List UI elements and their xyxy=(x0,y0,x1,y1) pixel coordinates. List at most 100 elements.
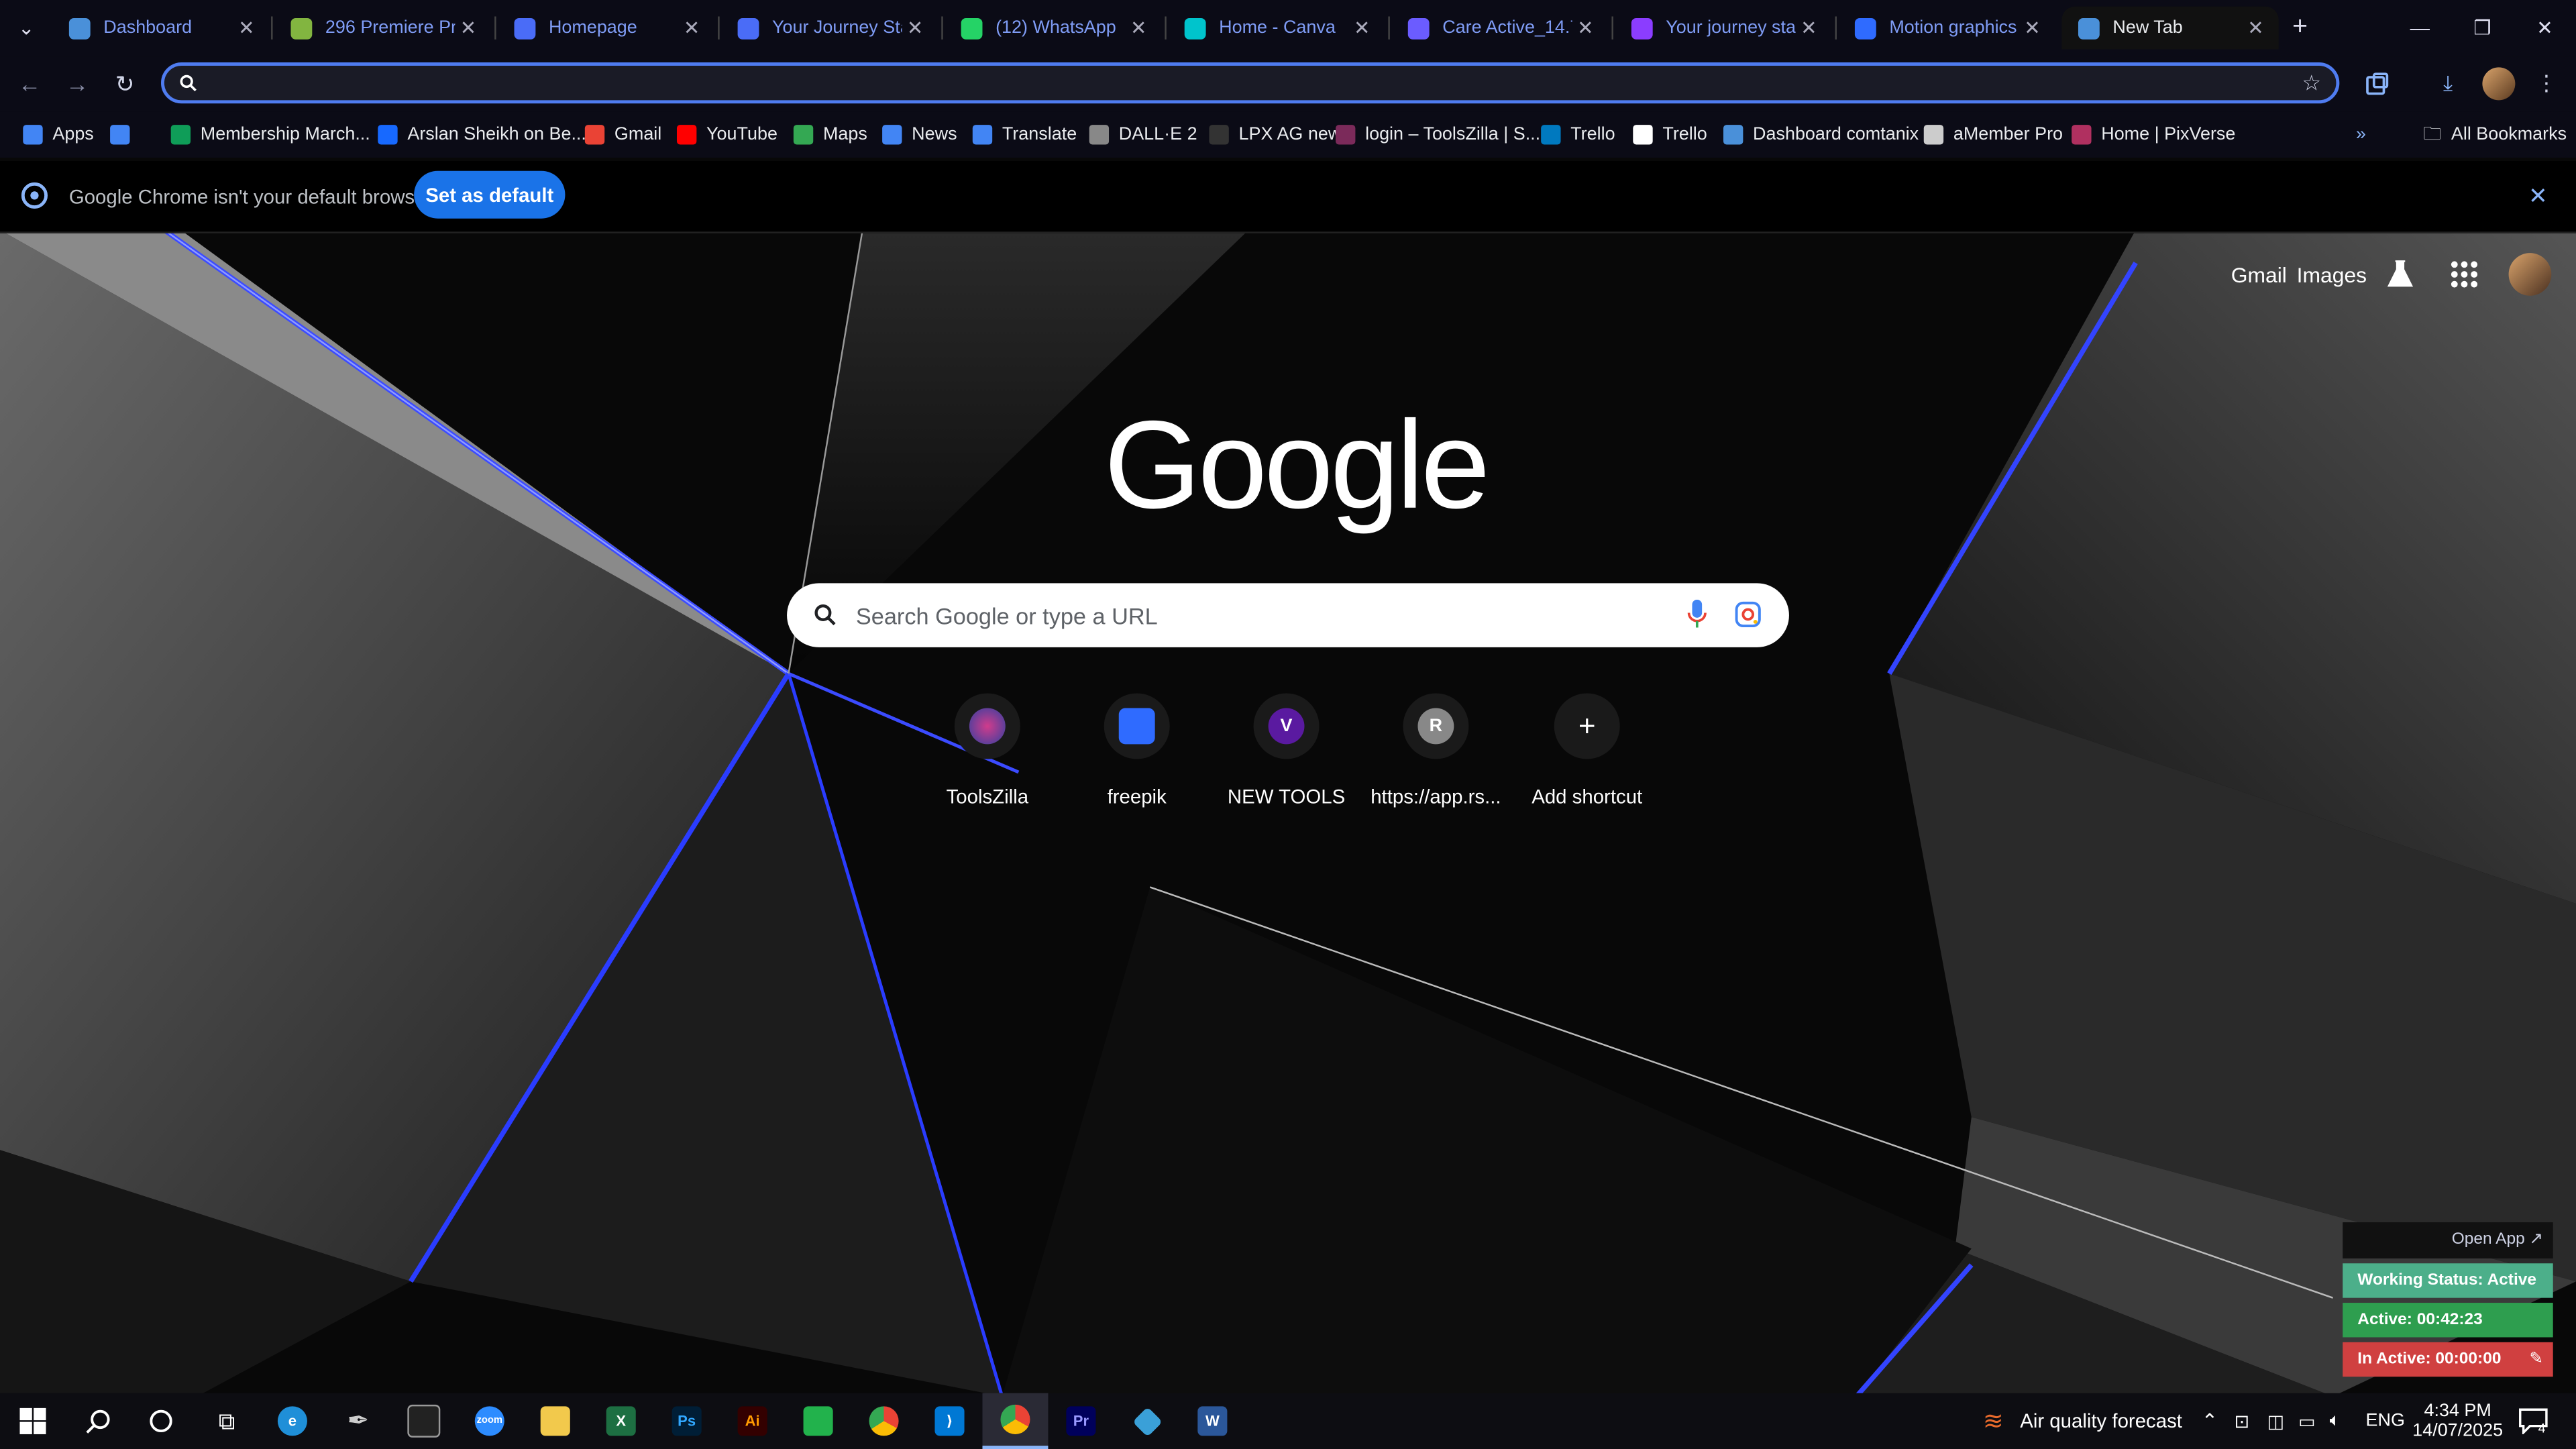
back-icon[interactable]: ← xyxy=(15,69,44,99)
notification-center-icon[interactable]: 4 xyxy=(2518,1393,2548,1449)
tab-close-icon[interactable]: ✕ xyxy=(455,16,481,39)
tab-whatsapp[interactable]: (12) WhatsApp ✕ xyxy=(945,7,1161,50)
network-icon[interactable]: ▭ xyxy=(2298,1393,2315,1449)
bookmark-star-icon[interactable]: ☆ xyxy=(2297,69,2326,99)
edit-pencil-icon[interactable]: ✎ xyxy=(2529,1342,2543,1377)
google-apps-icon[interactable] xyxy=(2449,260,2479,297)
infobar-close-icon[interactable]: ✕ xyxy=(2528,182,2548,211)
tab-close-icon[interactable]: ✕ xyxy=(1349,16,1375,39)
close-window-button[interactable]: ✕ xyxy=(2514,0,2576,56)
tab-close-icon[interactable]: ✕ xyxy=(678,16,704,39)
tab-close-icon[interactable]: ✕ xyxy=(902,16,928,39)
weather-widget[interactable]: ≋ Air quality forecast xyxy=(1983,1393,2182,1449)
illustrator-icon[interactable]: Ai xyxy=(720,1393,786,1449)
volume-icon[interactable]: 🔈︎ xyxy=(2330,1393,2341,1449)
bookmark-amember[interactable]: aMember Pro xyxy=(1923,121,2063,148)
meet-now-icon[interactable]: ⊡ xyxy=(2235,1393,2250,1449)
bookmark-behance[interactable]: Arslan Sheikh on Be... xyxy=(378,121,586,148)
tab-close-icon[interactable]: ✕ xyxy=(1796,16,1822,39)
omnibox-input[interactable] xyxy=(210,70,2271,101)
bookmark-translate[interactable]: Translate xyxy=(972,121,1077,148)
task-view-icon[interactable]: ⧉ xyxy=(194,1393,260,1449)
download-icon[interactable]: ⤓ xyxy=(2433,69,2463,99)
extensions-icon[interactable] xyxy=(2363,69,2392,99)
gmail-link[interactable]: Gmail xyxy=(2231,263,2287,288)
tab-search-icon[interactable]: ⌄ xyxy=(0,0,52,56)
bookmark-trello[interactable]: Trello xyxy=(1541,121,1615,148)
tab-contabo[interactable]: Dashboard ✕ xyxy=(52,7,269,50)
bookmark-tab-groups[interactable] xyxy=(110,121,140,148)
tab-play[interactable]: Homepage ✕ xyxy=(498,7,714,50)
bookmark-gmail[interactable]: Gmail xyxy=(584,121,661,148)
tab-close-icon[interactable]: ✕ xyxy=(1126,16,1152,39)
bookmark-news[interactable]: News xyxy=(882,121,957,148)
taskbar-search-icon[interactable] xyxy=(66,1393,131,1449)
tray-chevron-icon[interactable]: ⌃ xyxy=(2202,1393,2218,1449)
shortcut-tile[interactable]: ToolsZilla xyxy=(914,693,1061,808)
pen-tool-icon[interactable]: ✒ xyxy=(325,1393,391,1449)
bookmarks-overflow-icon[interactable]: » xyxy=(2356,121,2366,148)
minimize-button[interactable]: — xyxy=(2389,0,2451,56)
edge-icon[interactable]: e xyxy=(260,1393,325,1449)
word-icon[interactable]: W xyxy=(1179,1393,1245,1449)
excel-icon[interactable]: X xyxy=(588,1393,654,1449)
tab-close-icon[interactable]: ✕ xyxy=(1572,16,1599,39)
photoshop-icon[interactable]: Ps xyxy=(654,1393,720,1449)
all-bookmarks-label: All Bookmarks xyxy=(2451,125,2567,145)
omnibox[interactable]: ☆ xyxy=(161,62,2340,104)
reload-icon[interactable]: ↻ xyxy=(110,69,140,99)
bookmark-maps[interactable]: Maps xyxy=(793,121,867,148)
bookmark-apps-grid[interactable]: Apps xyxy=(23,121,94,148)
shortcut-tile[interactable]: + Add shortcut xyxy=(1513,693,1661,808)
all-bookmarks[interactable]: 🗀 All Bookmarks xyxy=(2423,121,2567,148)
open-app-link[interactable]: Open App ↗ xyxy=(2343,1222,2553,1258)
feather-app-icon[interactable] xyxy=(786,1393,851,1449)
bookmark-pixverse[interactable]: Home | PixVerse xyxy=(2072,121,2235,148)
tab-chrome[interactable]: New Tab ✕ xyxy=(2061,6,2279,50)
tab-envato[interactable]: 296 Premiere Pro ✕ xyxy=(274,7,491,50)
tray-app-icon[interactable]: ◫ xyxy=(2267,1393,2284,1449)
bookmark-lpx[interactable]: LPX AG new xyxy=(1209,121,1341,148)
bookmark-trello[interactable]: Trello xyxy=(1633,121,1707,148)
bookmark-contabo[interactable]: Dashboard comtanix xyxy=(1723,121,1919,148)
tab-close-icon[interactable]: ✕ xyxy=(2019,16,2045,39)
tab-play[interactable]: Your Journey Star ✕ xyxy=(721,7,938,50)
set-as-default-button[interactable]: Set as default xyxy=(414,170,566,219)
voice-search-icon[interactable] xyxy=(1687,599,1707,637)
forward-icon[interactable]: → xyxy=(62,69,92,99)
bookmark-youtube[interactable]: YouTube xyxy=(676,121,777,148)
app-diamond-icon[interactable] xyxy=(1114,1393,1179,1449)
bookmark-openai[interactable]: DALL·E 2 xyxy=(1089,121,1197,148)
profile-avatar[interactable] xyxy=(2482,67,2516,101)
tab-play[interactable]: Your journey start ✕ xyxy=(1615,7,1831,50)
file-explorer-icon[interactable] xyxy=(523,1393,588,1449)
windows-start-icon[interactable] xyxy=(0,1393,66,1449)
labs-flask-icon[interactable] xyxy=(2387,260,2414,297)
vscode-icon[interactable]: ⟩ xyxy=(917,1393,983,1449)
restore-button[interactable]: ❐ xyxy=(2451,0,2514,56)
images-link[interactable]: Images xyxy=(2297,263,2367,288)
bookmark-membership[interactable]: Membership March... xyxy=(170,121,370,148)
tab-close-icon[interactable]: ✕ xyxy=(2243,16,2269,39)
new-tab-button[interactable]: + xyxy=(2267,0,2333,56)
shortcut-tile[interactable]: Rhttps://app.rs... xyxy=(1362,693,1509,808)
tab-doc[interactable]: Motion graphics ✕ xyxy=(1838,7,2055,50)
chrome-active-icon[interactable] xyxy=(982,1393,1049,1449)
cortana-icon[interactable] xyxy=(128,1393,194,1449)
tab-close-icon[interactable]: ✕ xyxy=(233,16,260,39)
zoom-icon[interactable]: zoom xyxy=(457,1393,523,1449)
tab-canva[interactable]: Home - Canva ✕ xyxy=(1168,7,1385,50)
account-avatar[interactable] xyxy=(2508,253,2552,296)
shortcut-tile[interactable]: V NEW TOOLS xyxy=(1212,693,1360,808)
premiere-pro-icon[interactable]: Pr xyxy=(1048,1393,1114,1449)
language-indicator[interactable]: ENG xyxy=(2366,1393,2405,1449)
chrome-taskbar-icon[interactable] xyxy=(851,1393,917,1449)
bookmark-toolszilla[interactable]: login – ToolsZilla | S... xyxy=(1336,121,1540,148)
tab-heart[interactable]: Care Active_14.7.2✕ xyxy=(1391,7,1608,50)
clock[interactable]: 4:34 PM 14/07/2025 xyxy=(2412,1393,2504,1449)
shortcut-tile[interactable]: freepik xyxy=(1063,693,1210,808)
google-lens-icon[interactable] xyxy=(1735,601,1761,635)
terminal-icon[interactable] xyxy=(391,1393,457,1449)
ntp-search-box[interactable]: Search Google or type a URL xyxy=(787,583,1789,647)
menu-kebab-icon[interactable]: ⋮ xyxy=(2532,69,2561,99)
